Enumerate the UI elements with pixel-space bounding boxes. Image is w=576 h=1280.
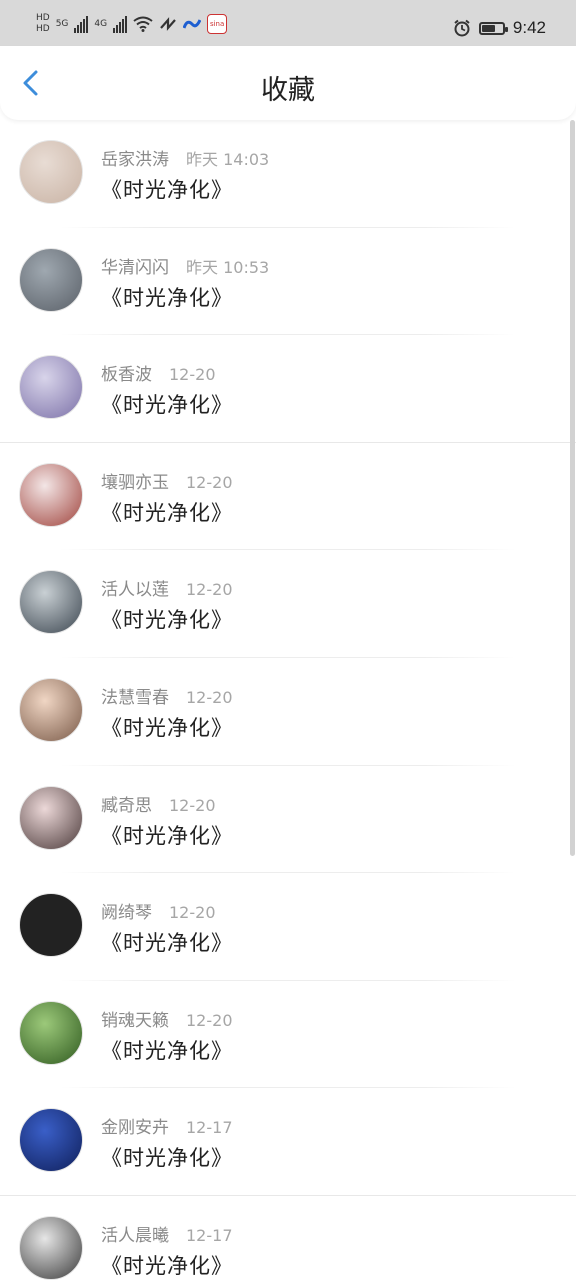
item-meta: 板香波 12-20 xyxy=(101,360,216,385)
page-title: 收藏 xyxy=(261,75,315,106)
item-meta: 阙绮琴 12-20 xyxy=(101,898,216,923)
list-item[interactable]: 岳家洪涛 昨天 14:03 《时光净化》 xyxy=(0,120,576,228)
avatar[interactable] xyxy=(19,570,83,635)
item-meta: 华清闪闪 昨天 10:53 xyxy=(101,253,269,278)
item-date: 12-20 xyxy=(186,472,233,492)
scrollbar[interactable] xyxy=(570,120,575,856)
status-bar: HD HD 5G 4G sina 9:42 xyxy=(0,0,576,46)
status-time: 9:42 xyxy=(512,18,546,37)
avatar[interactable] xyxy=(19,1108,83,1173)
item-date: 12-20 xyxy=(169,903,216,923)
user-name[interactable]: 华清闪闪 xyxy=(101,253,169,278)
alarm-icon xyxy=(454,19,470,37)
list-item[interactable]: 销魂天籁 12-20 《时光净化》 xyxy=(0,981,576,1089)
work-title[interactable]: 《时光净化》 xyxy=(101,1250,233,1280)
work-title[interactable]: 《时光净化》 xyxy=(101,712,233,742)
avatar[interactable] xyxy=(19,893,83,958)
nfc-icon xyxy=(160,17,176,31)
list-item[interactable]: 板香波 12-20 《时光净化》 xyxy=(0,335,576,443)
list-item[interactable]: 活人晨曦 12-17 《时光净化》 xyxy=(0,1196,576,1280)
item-date: 昨天 14:03 xyxy=(186,150,270,169)
list-item[interactable]: 华清闪闪 昨天 10:53 《时光净化》 xyxy=(0,228,576,336)
user-name[interactable]: 阙绮琴 xyxy=(101,898,152,923)
item-date: 12-20 xyxy=(186,580,233,600)
favorites-list: 岳家洪涛 昨天 14:03 《时光净化》 华清闪闪 昨天 10:53 《时光净化》 板香波 1… xyxy=(0,120,576,1280)
item-date: 12-20 xyxy=(169,795,216,815)
item-meta: 活人晨曦 12-17 xyxy=(101,1221,233,1246)
user-name[interactable]: 臧奇思 xyxy=(101,791,152,816)
item-meta: 岳家洪涛 昨天 14:03 xyxy=(101,145,269,170)
work-title[interactable]: 《时光净化》 xyxy=(101,174,233,204)
list-item[interactable]: 法慧雪春 12-20 《时光净化》 xyxy=(0,658,576,766)
signal-strength-icon-2 xyxy=(113,15,128,33)
item-meta: 壤驷亦玉 12-20 xyxy=(101,468,233,493)
item-meta: 活人以莲 12-20 xyxy=(101,575,233,600)
item-meta: 法慧雪春 12-20 xyxy=(101,683,233,708)
item-meta: 销魂天籁 12-20 xyxy=(101,1006,233,1031)
work-title[interactable]: 《时光净化》 xyxy=(101,927,233,957)
user-name[interactable]: 金刚安卉 xyxy=(101,1113,169,1138)
hd-indicators: HD HD xyxy=(36,14,50,34)
work-title[interactable]: 《时光净化》 xyxy=(101,1142,233,1172)
user-name[interactable]: 销魂天籁 xyxy=(101,1006,169,1031)
item-meta: 臧奇思 12-20 xyxy=(101,791,216,816)
user-name[interactable]: 活人以莲 xyxy=(101,575,169,600)
work-title[interactable]: 《时光净化》 xyxy=(101,820,233,850)
list-item[interactable]: 金刚安卉 12-17 《时光净化》 xyxy=(0,1088,576,1196)
work-title[interactable]: 《时光净化》 xyxy=(101,1035,233,1065)
work-title[interactable]: 《时光净化》 xyxy=(101,604,233,634)
network-5g-label: 5G xyxy=(55,18,69,29)
avatar[interactable] xyxy=(19,140,83,204)
app-notification-icon xyxy=(183,19,202,29)
list-item[interactable]: 壤驷亦玉 12-20 《时光净化》 xyxy=(0,443,576,551)
avatar[interactable] xyxy=(19,355,83,420)
list-item[interactable]: 阙绮琴 12-20 《时光净化》 xyxy=(0,873,576,981)
user-name[interactable]: 岳家洪涛 xyxy=(101,145,169,170)
user-name[interactable]: 壤驷亦玉 xyxy=(101,468,169,493)
top-nav-bar: 收藏 xyxy=(0,46,576,120)
user-name[interactable]: 活人晨曦 xyxy=(101,1221,169,1246)
item-date: 12-20 xyxy=(186,687,233,707)
work-title[interactable]: 《时光净化》 xyxy=(101,497,233,527)
item-date: 12-20 xyxy=(186,1010,233,1030)
item-date: 昨天 10:53 xyxy=(186,257,270,277)
list-item[interactable]: 臧奇思 12-20 《时光净化》 xyxy=(0,766,576,874)
user-name[interactable]: 法慧雪春 xyxy=(101,683,169,708)
avatar[interactable] xyxy=(19,1000,83,1065)
weibo-app-icon: sina xyxy=(207,14,228,34)
item-date: 12-17 xyxy=(186,1118,233,1138)
hd-label-2: HD xyxy=(36,24,50,34)
avatar[interactable] xyxy=(19,1215,83,1280)
item-date: 12-20 xyxy=(169,365,216,385)
avatar[interactable] xyxy=(19,677,83,742)
status-left: HD HD 5G 4G sina xyxy=(36,14,228,34)
avatar[interactable] xyxy=(19,462,83,527)
hd-label-1: HD xyxy=(36,13,50,23)
status-right: 9:42 xyxy=(453,14,546,42)
network-4g-label: 4G xyxy=(94,18,108,29)
avatar[interactable] xyxy=(19,785,83,850)
item-meta: 金刚安卉 12-17 xyxy=(101,1113,233,1138)
signal-strength-icon xyxy=(74,15,89,33)
wifi-icon xyxy=(133,16,153,32)
battery-icon xyxy=(478,21,508,35)
user-name[interactable]: 板香波 xyxy=(101,360,152,385)
work-title[interactable]: 《时光净化》 xyxy=(101,282,233,312)
work-title[interactable]: 《时光净化》 xyxy=(101,389,233,419)
avatar[interactable] xyxy=(19,247,83,312)
item-date: 12-17 xyxy=(186,1225,233,1245)
list-item[interactable]: 活人以莲 12-20 《时光净化》 xyxy=(0,550,576,658)
